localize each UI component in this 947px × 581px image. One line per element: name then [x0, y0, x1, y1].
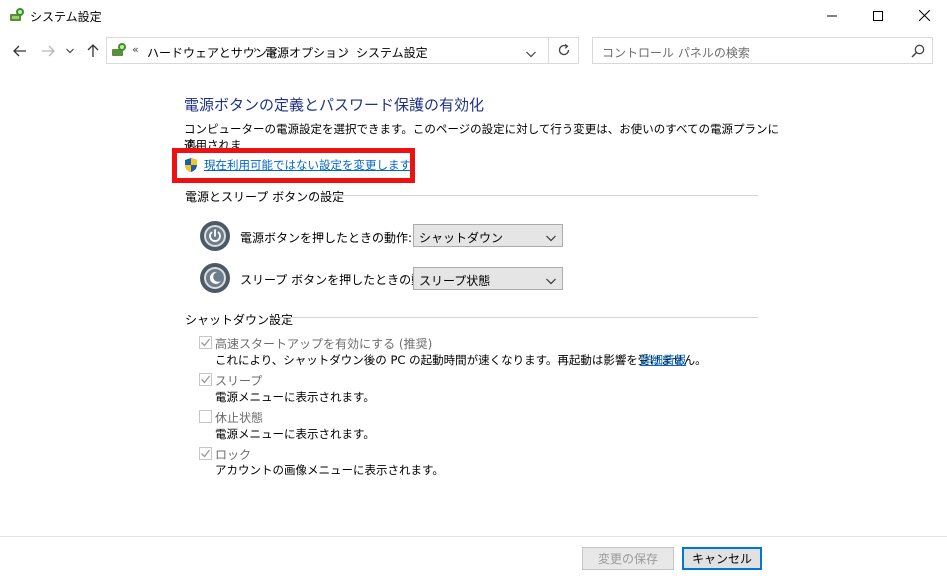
breadcrumb-separator[interactable]: ›	[344, 43, 348, 56]
chevron-down-icon	[546, 231, 556, 245]
recent-locations-button[interactable]	[63, 42, 77, 60]
fast-startup-label: 高速スタートアップを有効にする (推奨)	[215, 337, 433, 351]
uac-shield-icon	[183, 157, 199, 176]
sleep-label: スリープ	[215, 374, 263, 388]
back-button[interactable]	[9, 42, 31, 60]
sleep-button-action-value: スリープ状態	[419, 274, 491, 288]
minimize-icon	[827, 15, 837, 16]
title-bar: システム設定	[0, 0, 947, 31]
lock-description: アカウントの画像メニューに表示されます。	[215, 463, 444, 477]
more-info-link[interactable]: 詳細情報	[640, 352, 686, 368]
section-divider	[322, 195, 758, 196]
power-buttons-section-title: 電源とスリープ ボタンの設定	[185, 190, 345, 204]
maximize-icon	[873, 10, 883, 21]
hibernate-description: 電源メニューに表示されます。	[215, 427, 375, 441]
save-changes-button[interactable]: 変更の保存	[582, 547, 674, 570]
power-button-action-select[interactable]: シャットダウン	[413, 224, 563, 247]
search-box[interactable]: コントロール パネルの検索	[592, 37, 933, 64]
minimize-button[interactable]	[809, 0, 855, 31]
power-button-action-value: シャットダウン	[419, 231, 504, 245]
checkmark-icon	[201, 375, 211, 384]
sleep-checkbox[interactable]	[199, 373, 212, 386]
refresh-icon	[558, 43, 570, 56]
breadcrumb-hardware-sound[interactable]: ハードウェアとサウンド	[147, 44, 279, 61]
power-button-icon	[199, 220, 231, 255]
sleep-description: 電源メニューに表示されます。	[215, 390, 375, 404]
hibernate-label: 休止状態	[215, 411, 264, 425]
hibernate-checkbox[interactable]	[199, 410, 212, 423]
address-bar[interactable]: « ハードウェアとサウンド › 電源オプション › システム設定	[106, 37, 579, 64]
lock-checkbox[interactable]	[199, 447, 212, 460]
checkmark-icon	[201, 338, 211, 347]
fast-startup-checkbox[interactable]	[199, 336, 212, 349]
up-button[interactable]	[82, 42, 104, 60]
search-icon	[911, 44, 925, 58]
sleep-button-action-label: スリープ ボタンを押したときの動作:	[240, 273, 440, 287]
power-button-action-label: 電源ボタンを押したときの動作:	[240, 231, 413, 245]
address-dropdown-button[interactable]	[526, 47, 536, 61]
breadcrumb-system-settings[interactable]: システム設定	[356, 44, 428, 61]
up-arrow-icon	[87, 44, 99, 57]
search-button[interactable]	[911, 44, 925, 61]
window-title: システム設定	[30, 10, 102, 24]
change-unavailable-settings-link[interactable]: 現在利用可能ではない設定を変更します	[204, 157, 411, 173]
breadcrumb-power-options[interactable]: 電源オプション	[265, 44, 349, 61]
sleep-button-icon	[199, 262, 231, 297]
footer-divider	[0, 536, 947, 537]
close-icon	[918, 10, 930, 21]
refresh-button[interactable]	[557, 43, 571, 60]
forward-arrow-icon	[42, 45, 55, 57]
section-divider	[280, 317, 758, 318]
chevron-down-icon	[546, 274, 556, 288]
chevron-down-icon	[66, 48, 74, 54]
address-overflow[interactable]: «	[132, 43, 139, 56]
forward-button[interactable]	[37, 42, 59, 60]
sleep-button-action-select[interactable]: スリープ状態	[413, 267, 563, 290]
search-input[interactable]: コントロール パネルの検索	[602, 44, 750, 61]
control-panel-location-icon	[111, 42, 127, 61]
page-title: 電源ボタンの定義とパスワード保護の有効化	[184, 96, 485, 114]
power-options-app-icon	[9, 7, 25, 23]
checkmark-icon	[201, 449, 211, 458]
chevron-down-icon	[526, 51, 536, 58]
address-divider	[548, 38, 549, 63]
close-button[interactable]	[901, 0, 947, 31]
lock-label: ロック	[215, 448, 252, 462]
fast-startup-description: これにより、シャットダウン後の PC の起動時間が速くなります。再起動は影響を受…	[215, 353, 707, 367]
shutdown-settings-section-title: シャットダウン設定	[185, 313, 294, 327]
maximize-button[interactable]	[855, 0, 901, 31]
back-arrow-icon	[13, 45, 26, 57]
cancel-button[interactable]: キャンセル	[682, 547, 762, 570]
breadcrumb-separator[interactable]: ›	[253, 43, 257, 56]
